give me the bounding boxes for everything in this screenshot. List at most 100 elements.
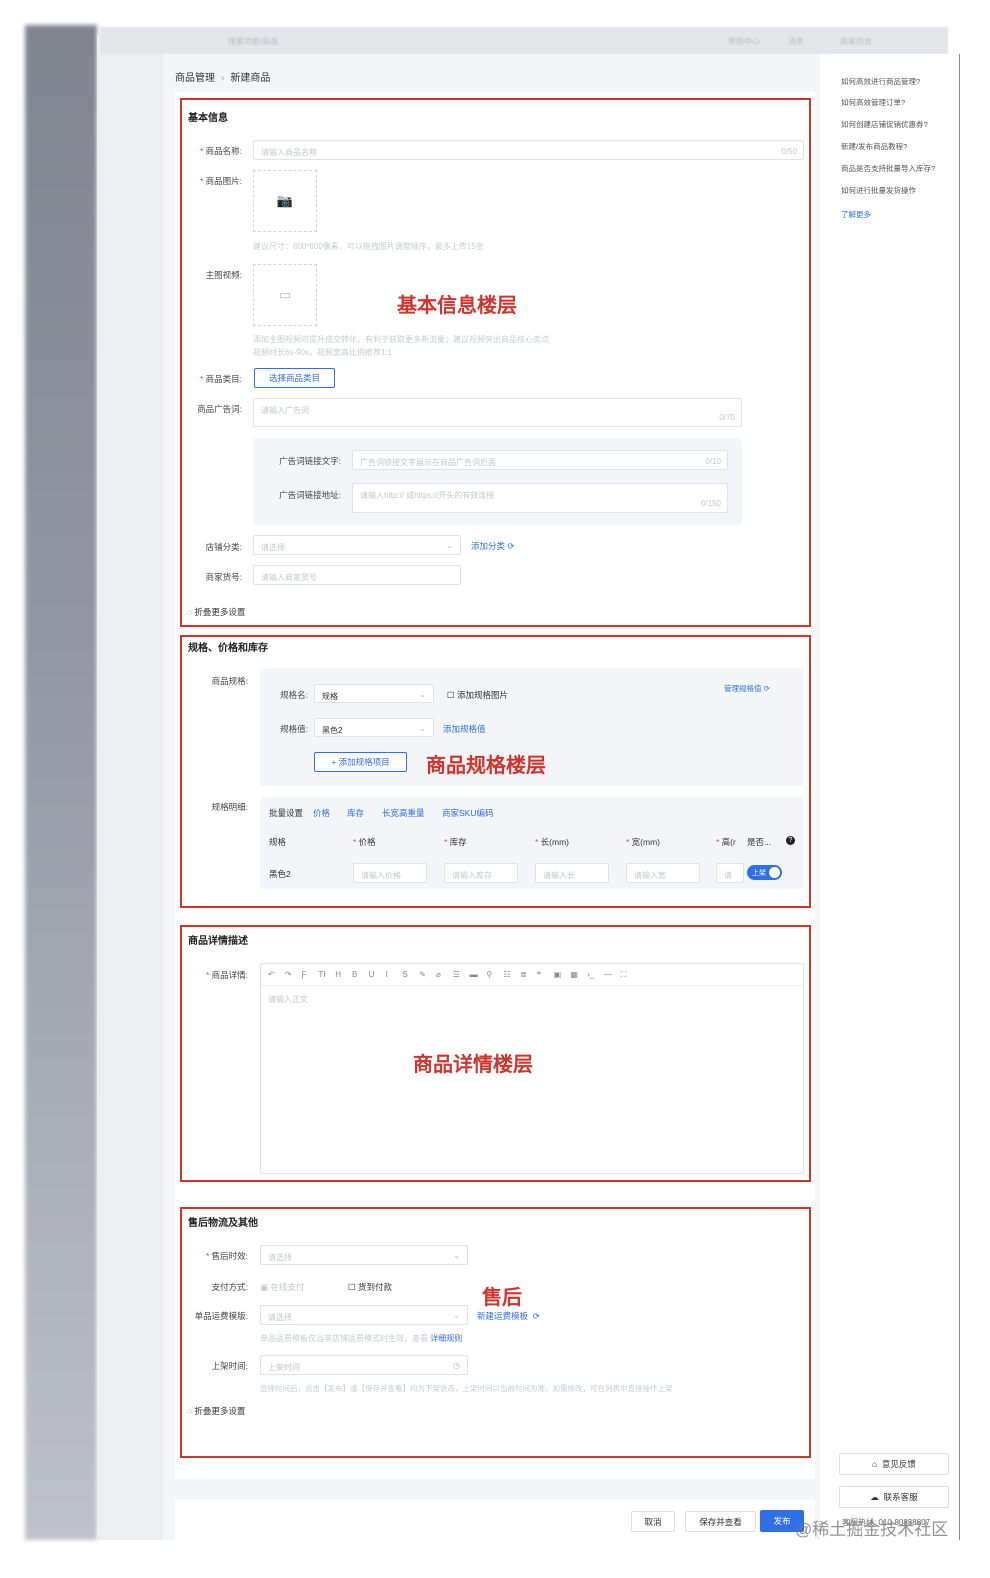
chevron-down-icon: ⌄ — [453, 1311, 460, 1320]
product-name-input[interactable]: 请输入商品名称 0/50 — [253, 140, 804, 160]
help-link[interactable]: 新建/发布商品教程? — [841, 141, 907, 152]
spec-value-label: 规格值: — [280, 724, 308, 734]
detail-rule-link[interactable]: 详细规则 — [430, 1334, 462, 1343]
add-spec-item-button[interactable]: + 添加规格项目 — [314, 752, 407, 772]
toolbar-button-icon[interactable]: H — [335, 970, 341, 979]
toolbar-button-icon[interactable]: ≣ — [520, 970, 527, 979]
toolbar-button-icon[interactable]: Ƒ — [302, 970, 307, 979]
section-title: 售后物流及其他 — [188, 1218, 258, 1229]
column-header: 规格 — [269, 837, 287, 847]
toolbar-button-icon[interactable]: ❝ — [537, 970, 541, 979]
toolbar-button-icon[interactable]: ☰ — [453, 970, 460, 979]
height-input[interactable]: 请输 — [716, 863, 744, 883]
column-header: * 宽(mm) — [626, 837, 660, 847]
feedback-button[interactable]: ⌂ 意见反馈 — [839, 1453, 949, 1475]
shop-category-select[interactable]: 请选择 ⌄ — [253, 535, 461, 555]
toolbar-button-icon[interactable]: ›_ — [587, 970, 594, 979]
listing-toggle[interactable]: 上架 — [747, 865, 782, 880]
add-spec-image-checkbox[interactable]: ☐ 添加规格图片 — [447, 689, 508, 701]
help-link[interactable]: 如何高效管理订单? — [841, 97, 905, 108]
chevron-down-icon: ⌄ — [446, 541, 453, 550]
top-bar: 搜索功能/商品 帮助中心 消息 商家后台 — [100, 27, 948, 54]
chevron-down-icon: ⌄ — [419, 724, 426, 733]
price-input[interactable]: 请输入价格 — [353, 863, 427, 883]
toolbar-button-icon[interactable]: S — [402, 970, 407, 979]
freight-hint: 单品运费模板仅当非店铺运费模式时生效，查看 详细规则 — [260, 1334, 463, 1343]
annotation-spec: 商品规格楼层 — [426, 755, 546, 777]
message-link[interactable]: 消息 — [788, 36, 804, 47]
toolbar-button-icon[interactable]: B — [352, 970, 357, 979]
help-link[interactable]: 如何高效进行商品管理? — [841, 76, 920, 87]
toolbar-button-icon[interactable]: — — [604, 970, 612, 979]
collapse-settings-toggle[interactable]: ◌ 折叠更多设置 — [187, 1405, 245, 1417]
ad-textarea[interactable]: 请输入广告词 0/70 — [253, 398, 742, 427]
listing-time-picker[interactable]: 上架时间 ◷ — [260, 1355, 468, 1375]
search-input[interactable]: 搜索功能/商品 — [228, 36, 278, 47]
help-link[interactable]: 如何进行批量发货操作 — [841, 185, 916, 196]
toolbar-button-icon[interactable]: ▣ — [554, 970, 562, 979]
section-title: 基本信息 — [188, 113, 228, 124]
cancel-button[interactable]: 取消 — [631, 1511, 675, 1532]
toolbar-button-icon[interactable]: ⛶ — [621, 970, 627, 980]
spec-row-name: 黑色2 — [269, 869, 291, 879]
batch-price-link[interactable]: 价格 — [313, 807, 330, 819]
toolbar-button-icon[interactable]: TI — [318, 970, 325, 979]
add-spec-value-link[interactable]: 添加规格值 — [443, 723, 486, 735]
refresh-icon[interactable]: ⟳ — [533, 1311, 540, 1321]
toolbar-button-icon[interactable]: ⌀ — [436, 970, 441, 979]
toolbar-button-icon[interactable]: ↶ — [268, 970, 275, 979]
width-input[interactable]: 请输入宽 — [626, 863, 700, 883]
toolbar-button-icon[interactable]: ✎ — [419, 970, 426, 979]
video-label: 主图视频: — [205, 270, 242, 280]
section-title: 规格、价格和库存 — [188, 643, 268, 654]
toolbar-button-icon[interactable]: ☷ — [503, 970, 510, 979]
stock-input[interactable]: 请输入库存 — [444, 863, 518, 883]
batch-stock-link[interactable]: 库存 — [347, 807, 364, 819]
cod-checkbox[interactable]: ☐ 货到付款 — [348, 1281, 392, 1293]
toolbar-button-icon[interactable]: ▬ — [470, 970, 478, 979]
help-icon[interactable]: ? — [786, 836, 795, 845]
refresh-icon[interactable]: ⟳ — [507, 541, 514, 551]
toolbar-button-icon[interactable]: ↷ — [285, 970, 292, 979]
annotation-after: 售后 — [482, 1287, 522, 1309]
help-center-link[interactable]: 帮助中心 — [728, 36, 760, 47]
video-upload[interactable]: ▭ — [253, 264, 317, 326]
refresh-icon[interactable]: ⟳ — [764, 684, 770, 693]
merchant-sku-input[interactable]: 请输入商家货号 — [253, 565, 461, 585]
length-input[interactable]: 请输入长 — [535, 863, 609, 883]
freight-template-select[interactable]: 请选择 ⌄ — [260, 1305, 468, 1325]
image-upload[interactable]: 📷 — [253, 170, 317, 232]
manage-spec-link[interactable]: 管理规格值 ⟳ — [724, 683, 770, 694]
new-freight-template-link[interactable]: 新建运费模板 ⟳ — [477, 1310, 540, 1322]
contact-service-button[interactable]: ☁ 联系客服 — [839, 1486, 949, 1508]
select-category-button[interactable]: 选择商品类目 — [254, 368, 335, 388]
section-title: 商品详情描述 — [188, 936, 248, 947]
help-link[interactable]: 如何创建店铺促销优惠券? — [841, 119, 928, 130]
collapse-settings-toggle[interactable]: ◌ 折叠更多设置 — [187, 606, 245, 618]
help-panel — [825, 54, 960, 1540]
account-menu[interactable]: 商家后台 — [840, 36, 872, 47]
toolbar-button-icon[interactable]: I — [386, 970, 388, 979]
category-label: * 商品类目: — [199, 374, 242, 384]
learn-more-link[interactable]: 了解更多 — [841, 209, 871, 220]
toolbar-button-icon[interactable]: ⚲ — [486, 970, 492, 979]
toolbar-button-icon[interactable]: ▦ — [570, 970, 578, 979]
breadcrumb-parent[interactable]: 商品管理 — [175, 73, 215, 84]
freight-label: 单品运费模版: — [194, 1311, 248, 1321]
save-and-view-button[interactable]: 保存并查看 — [685, 1511, 756, 1532]
ad-link-url-label: 广告词链接地址: — [279, 490, 341, 500]
breadcrumb: 商品管理 › 新建商品 — [175, 73, 271, 84]
batch-dimension-link[interactable]: 长宽高重量 — [382, 807, 425, 819]
ad-link-text-input[interactable]: 广告词链接文字展示在商品广告词后面 0/10 — [352, 450, 728, 470]
ad-link-url-input[interactable]: 请输入http:// 或https://开头的有效连接 0/150 — [352, 483, 728, 513]
after-sales-select[interactable]: 请选择 ⌄ — [260, 1245, 468, 1265]
camera-icon: 📷 — [276, 193, 294, 208]
service-label: * 售后时效: — [205, 1251, 248, 1261]
spec-name-select[interactable]: 规格 ⌄ — [314, 684, 434, 703]
toolbar-button-icon[interactable]: U — [369, 970, 375, 979]
detail-label: * 商品详情: — [205, 970, 248, 980]
batch-sku-link[interactable]: 商家SKU编码 — [442, 807, 493, 819]
spec-value-select[interactable]: 黑色2 ⌄ — [314, 718, 434, 737]
add-category-link[interactable]: 添加分类 ⟳ — [471, 540, 515, 552]
help-link[interactable]: 商品是否支持批量导入库存? — [841, 163, 935, 174]
